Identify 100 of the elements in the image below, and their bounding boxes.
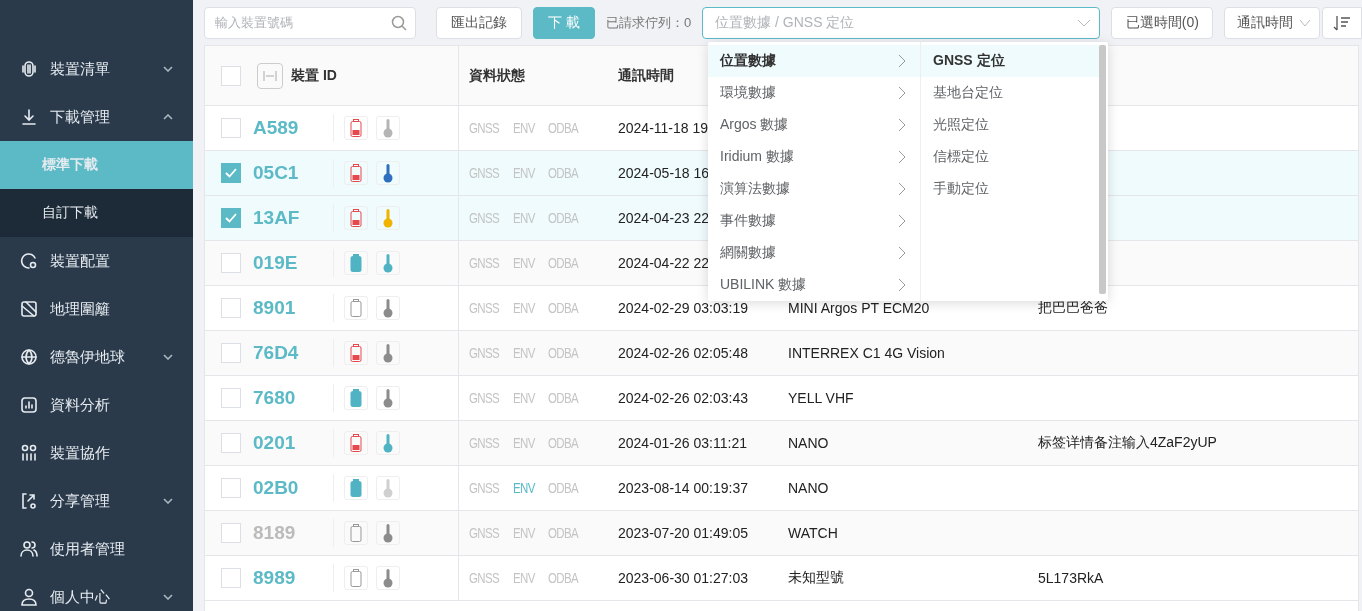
column-header: 通訊時間 — [618, 66, 674, 85]
data-tag: GNSS — [469, 480, 499, 496]
time-text: 2024-01-26 03:11:21 — [618, 435, 747, 451]
model-text: NANO — [788, 480, 829, 496]
export-button[interactable]: 匯出記錄 — [436, 6, 522, 39]
queue-label: 已請求佇列：0 — [605, 13, 692, 32]
battery-icon — [350, 119, 362, 137]
nav-item[interactable]: 分享管理 — [0, 477, 193, 525]
nav-item[interactable]: 資料分析 — [0, 381, 193, 429]
data-tag: GNSS — [469, 570, 499, 586]
model-text: WATCH — [788, 525, 838, 541]
chevron-right-icon — [898, 54, 906, 68]
nav-item[interactable]: 德魯伊地球 — [0, 333, 193, 381]
checkbox[interactable] — [221, 163, 241, 183]
nav-item[interactable]: 下載管理 — [0, 93, 193, 141]
time-text: 2024-02-26 02:03:43 — [618, 390, 748, 406]
time-text: 2023-07-20 01:49:05 — [618, 525, 748, 541]
model-text: INTERREX C1 4G Vision — [788, 345, 945, 361]
battery-icon — [350, 569, 362, 587]
chevron-down-icon — [1076, 18, 1091, 27]
data-tag: GNSS — [469, 120, 499, 136]
battery-icon — [350, 209, 362, 227]
battery-icon — [350, 434, 362, 452]
nav-item[interactable]: 裝置協作 — [0, 429, 193, 477]
chevron-down-icon — [163, 594, 173, 600]
device-icon — [20, 60, 38, 78]
user-icon — [20, 588, 38, 606]
sort-select[interactable]: 通訊時間 — [1223, 6, 1321, 39]
data-tag: GNSS — [469, 390, 499, 406]
sort-button[interactable] — [1322, 6, 1362, 39]
time-text: 2024-04-22 22 — [618, 255, 710, 271]
menu-item[interactable]: 演算法數據 — [708, 173, 920, 205]
time-text: 2024-02-26 02:05:48 — [618, 345, 748, 361]
nav-item[interactable]: 裝置配置 — [0, 237, 193, 285]
chevron-right-icon — [898, 86, 906, 100]
chevron-right-icon — [898, 118, 906, 132]
chevron-down-icon — [163, 498, 173, 504]
data-tag: GNSS — [469, 210, 499, 226]
note-text: 5L173RkA — [1038, 570, 1104, 586]
nav-item[interactable]: 使用者管理 — [0, 525, 193, 573]
data-tag: ODBA — [547, 120, 578, 136]
menu-item[interactable]: UBILINK 數據 — [708, 269, 920, 301]
menu-item[interactable]: 網關數據 — [708, 237, 920, 269]
data-tag: ENV — [513, 165, 536, 181]
data-tag: ODBA — [547, 210, 578, 226]
search-field[interactable]: 輸入裝置號碼 — [204, 6, 416, 39]
data-tag: ENV — [513, 390, 536, 406]
column-header: 資料狀態 — [469, 66, 525, 85]
data-tag: ENV — [513, 480, 536, 496]
chevron-right-icon — [898, 278, 906, 292]
time-button[interactable]: 已選時間(0) — [1110, 6, 1213, 39]
nav-item[interactable]: 地理圍籬 — [0, 285, 193, 333]
note-text: 把巴巴爸爸 — [1038, 299, 1108, 317]
data-tag: GNSS — [469, 165, 499, 181]
menu-item[interactable]: Iridium 數據 — [708, 141, 920, 173]
chevron-down-icon — [163, 66, 173, 72]
note-text: 标签详情备注输入4ZaF2yUP — [1038, 434, 1217, 452]
model-text: MINI Argos PT ECM20 — [788, 300, 930, 316]
data-tag: ODBA — [547, 570, 578, 586]
chevron-down-icon — [163, 354, 173, 360]
scrollbar[interactable] — [1099, 45, 1106, 294]
search-icon — [391, 14, 407, 31]
battery-icon — [350, 164, 362, 182]
battery-icon — [350, 389, 362, 407]
nav-item[interactable]: 裝置清單 — [0, 45, 193, 93]
checkmark-icon — [225, 213, 237, 223]
resize-icon — [263, 69, 277, 82]
download-icon — [20, 108, 38, 126]
data-tag: ENV — [513, 300, 536, 316]
menu-item[interactable]: GNSS 定位 — [921, 45, 1099, 77]
time-text: 2023-06-30 01:27:03 — [618, 570, 748, 586]
chevron-right-icon — [898, 150, 906, 164]
model-text: NANO — [788, 435, 829, 451]
time-text: 2024-02-29 03:03:19 — [618, 300, 748, 316]
menu-item[interactable]: 手動定位 — [921, 173, 1099, 205]
menu-item[interactable]: 環境數據 — [708, 77, 920, 109]
menu-item[interactable]: Argos 數據 — [708, 109, 920, 141]
column-resize-button[interactable] — [257, 62, 283, 89]
menu-item[interactable]: 信標定位 — [921, 141, 1099, 173]
chevron-up-icon — [163, 114, 173, 120]
menu-item[interactable]: 位置數據 — [708, 45, 920, 77]
model-text: 未知型號 — [788, 569, 844, 587]
data-tag: ENV — [513, 570, 536, 586]
checkbox[interactable] — [221, 208, 241, 228]
menu-item[interactable]: 事件數據 — [708, 205, 920, 237]
column-header: 裝置 ID — [291, 66, 337, 85]
nav-subitem[interactable]: 自訂下載 — [0, 189, 193, 237]
time-text: 2024-05-18 16 — [618, 165, 710, 181]
menu-item[interactable]: 基地台定位 — [921, 77, 1099, 109]
menu-item[interactable]: 光照定位 — [921, 109, 1099, 141]
sort-icon — [1333, 13, 1352, 32]
model-text: YELL VHF — [788, 390, 854, 406]
time-text: 2023-08-14 00:19:37 — [618, 480, 748, 496]
nav-item[interactable]: 個人中心 — [0, 573, 193, 611]
data-tag: ODBA — [547, 165, 578, 181]
share-icon — [20, 492, 38, 510]
battery-icon — [350, 479, 362, 497]
time-text: 2024-11-18 19 — [618, 120, 709, 136]
battery-icon — [350, 524, 362, 542]
globe-icon — [20, 348, 38, 366]
